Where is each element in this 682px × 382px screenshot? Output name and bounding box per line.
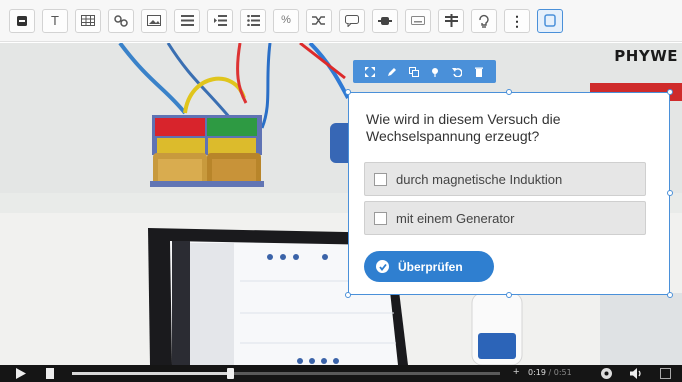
percent-icon[interactable]: % xyxy=(273,8,299,33)
settings-icon[interactable] xyxy=(600,367,613,380)
quiz-question: Wie wird in diesem Versuch die Wechselsp… xyxy=(366,111,561,144)
video-player-bar: + 0:19 / 0:51 xyxy=(0,365,682,382)
image-icon[interactable] xyxy=(141,8,167,33)
answer-option[interactable]: durch magnetische Induktion xyxy=(364,162,646,196)
more-icon[interactable]: ⋮ xyxy=(504,8,530,33)
resize-handle[interactable] xyxy=(506,89,512,95)
text-icon[interactable]: T xyxy=(42,8,68,33)
shuffle-icon[interactable] xyxy=(306,8,332,33)
progress-bar[interactable] xyxy=(72,368,500,379)
resize-handle[interactable] xyxy=(345,89,351,95)
copy-icon[interactable] xyxy=(537,8,563,33)
resize-handle[interactable] xyxy=(667,292,673,298)
text-block-icon[interactable] xyxy=(9,8,35,33)
submit-label: Überprüfen xyxy=(398,259,463,274)
table-icon[interactable] xyxy=(75,8,101,33)
video-stage[interactable]: PHYWE Wie wird in diesem Versuch die Wec… xyxy=(0,43,682,365)
volume-icon[interactable] xyxy=(630,368,643,379)
comment-icon[interactable] xyxy=(339,8,365,33)
answer-label: mit einem Generator xyxy=(396,210,515,226)
strikethrough-icon[interactable] xyxy=(438,8,464,33)
time-display: 0:19 / 0:51 xyxy=(528,368,572,377)
record-icon[interactable] xyxy=(372,8,398,33)
pencil-icon[interactable] xyxy=(387,67,397,77)
hint-icon[interactable] xyxy=(471,8,497,33)
progress-fill xyxy=(72,372,231,375)
move-icon[interactable] xyxy=(364,66,375,77)
current-time: 0:19 xyxy=(528,368,546,377)
play-icon[interactable] xyxy=(16,368,26,379)
fullscreen-icon[interactable] xyxy=(660,368,671,379)
resize-handle[interactable] xyxy=(345,292,351,298)
list-icon[interactable] xyxy=(240,8,266,33)
resize-handle[interactable] xyxy=(506,292,512,298)
indent-icon[interactable] xyxy=(207,8,233,33)
answer-label: durch magnetische Induktion xyxy=(396,171,563,187)
checkbox[interactable] xyxy=(374,211,387,225)
quiz-dialog: Wie wird in diesem Versuch die Wechselsp… xyxy=(345,89,673,298)
resize-handle[interactable] xyxy=(667,190,673,196)
keyboard-icon[interactable] xyxy=(405,8,431,33)
delete-icon[interactable] xyxy=(474,67,484,77)
submit-button[interactable]: Überprüfen xyxy=(364,251,494,282)
align-icon[interactable] xyxy=(174,8,200,33)
progress-knob[interactable] xyxy=(227,368,235,379)
quiz-edit-toolbar xyxy=(353,60,496,83)
bookmark-icon[interactable] xyxy=(46,368,54,379)
answer-option[interactable]: mit einem Generator xyxy=(364,201,646,235)
duplicate-icon[interactable] xyxy=(408,66,419,77)
resize-handle[interactable] xyxy=(667,89,673,95)
plus-icon[interactable]: + xyxy=(513,367,519,378)
duration: / 0:51 xyxy=(548,368,572,377)
link-icon[interactable] xyxy=(108,8,134,33)
app-root: T % ⋮ PHYWE Wie wird in diesem Versuch d… xyxy=(0,0,682,382)
undo-icon[interactable] xyxy=(452,67,463,77)
phywe-logo: PHYWE xyxy=(614,47,678,65)
check-circle-icon xyxy=(376,260,389,273)
checkbox[interactable] xyxy=(374,172,387,186)
pin-icon[interactable] xyxy=(430,67,440,77)
editor-toolbar: T % ⋮ xyxy=(0,0,682,42)
